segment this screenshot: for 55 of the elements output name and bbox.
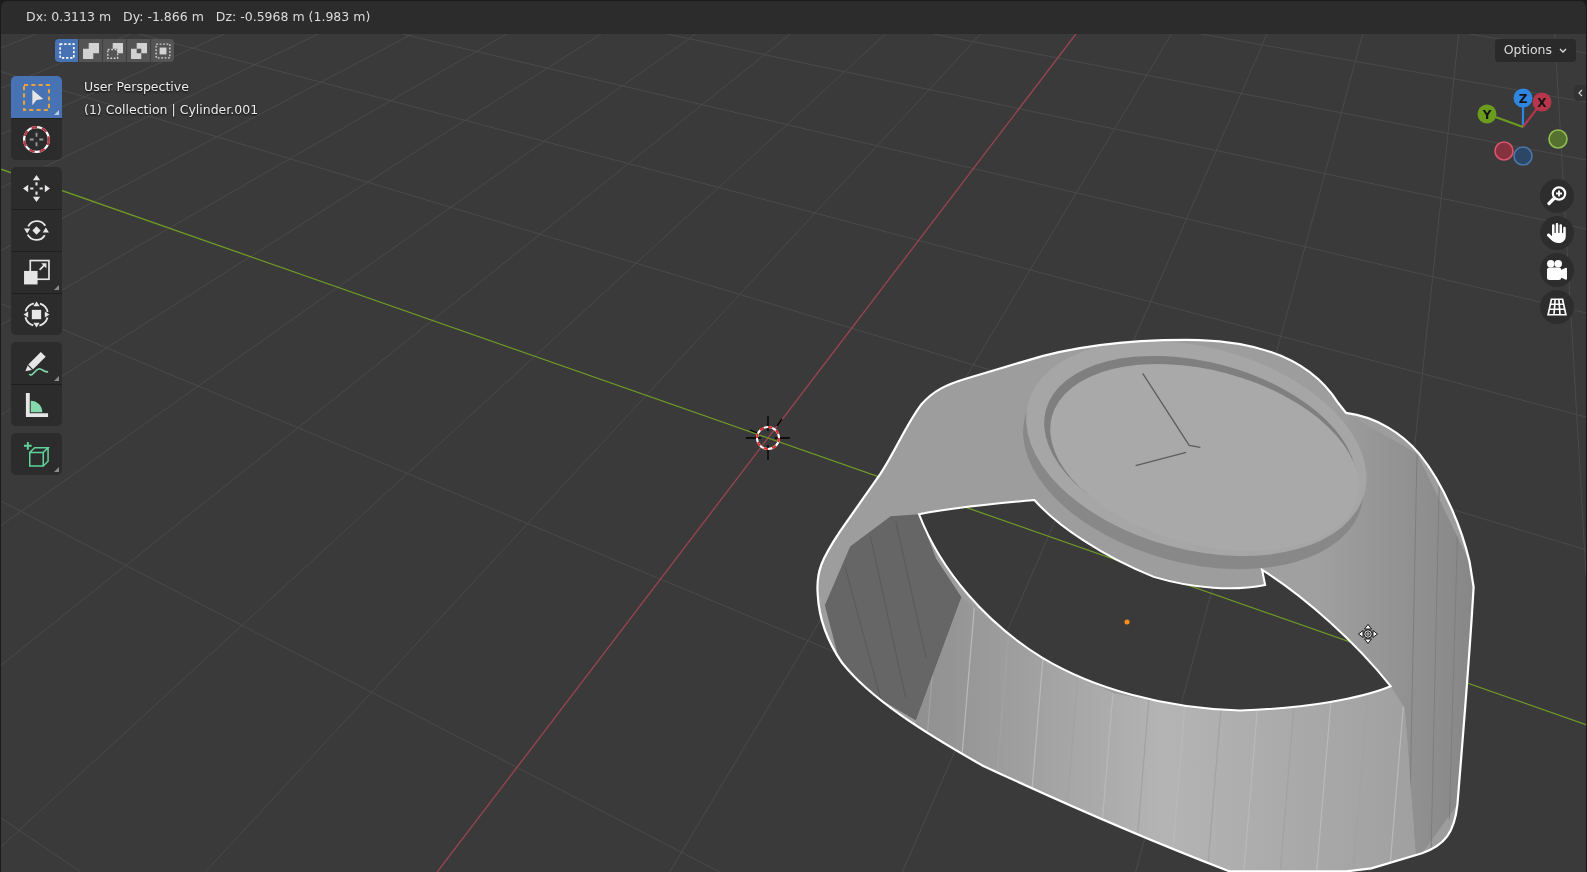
camera-view-button[interactable] bbox=[1540, 253, 1574, 287]
movie-camera-icon bbox=[1547, 260, 1567, 280]
annotate-tool[interactable] bbox=[11, 342, 62, 384]
selection-mode-button[interactable] bbox=[103, 39, 126, 62]
chevron-down-icon bbox=[1559, 48, 1567, 53]
projection-toggle-button[interactable] bbox=[1540, 290, 1574, 324]
axis-ball[interactable]: Y bbox=[1477, 104, 1497, 124]
cursor-tool[interactable] bbox=[11, 118, 62, 160]
selection-mode-button[interactable] bbox=[79, 39, 102, 62]
perspective-grid-icon bbox=[1547, 298, 1567, 316]
subtract-squares-icon bbox=[106, 42, 123, 59]
add-cube-tool[interactable] bbox=[11, 433, 62, 475]
sidebar-toggle-button[interactable] bbox=[1574, 85, 1586, 101]
measure-tool[interactable] bbox=[11, 384, 62, 426]
transform-tool[interactable] bbox=[11, 293, 62, 335]
select-box-icon bbox=[23, 83, 50, 111]
object-context: (1) Collection | Cylinder.001 bbox=[84, 101, 259, 119]
hand-icon bbox=[1547, 223, 1567, 243]
rotate-tool[interactable] bbox=[11, 209, 62, 251]
negative-axis-ball[interactable] bbox=[1494, 141, 1514, 161]
origin-dot-icon bbox=[1124, 619, 1130, 625]
dashed-square-icon bbox=[58, 42, 75, 59]
cursor-crosshair-icon bbox=[745, 415, 791, 461]
scale-tool[interactable] bbox=[11, 251, 62, 293]
selection-mode-button[interactable] bbox=[151, 39, 174, 62]
zoom-in-icon bbox=[1547, 186, 1567, 206]
measurement-readout: Dy: -1.866 m bbox=[123, 8, 204, 27]
selection-mode-button[interactable] bbox=[55, 39, 78, 62]
pan-button[interactable] bbox=[1540, 216, 1574, 250]
options-dropdown[interactable]: Options bbox=[1494, 39, 1576, 62]
axis-ball[interactable]: Z bbox=[1513, 88, 1533, 108]
axis-ball[interactable]: X bbox=[1532, 92, 1552, 112]
move-cursor-icon bbox=[1358, 624, 1378, 644]
3d-viewport[interactable]: User Perspective (1) Collection | Cylinder.001 Options Z X Y bbox=[1, 34, 1586, 872]
pencil-squiggle-icon bbox=[23, 349, 50, 377]
view-name: User Perspective bbox=[84, 78, 190, 96]
crosshair-circle-icon bbox=[23, 126, 50, 153]
negative-axis-ball[interactable] bbox=[1548, 129, 1568, 149]
selection-mode-button[interactable] bbox=[127, 39, 150, 62]
transform-icon bbox=[23, 301, 50, 328]
select-box-tool[interactable] bbox=[11, 76, 62, 118]
intersect-squares-icon bbox=[154, 42, 171, 59]
cube-plus-icon bbox=[23, 440, 50, 468]
move-arrows-icon bbox=[23, 174, 50, 202]
negative-axis-ball[interactable] bbox=[1513, 146, 1533, 166]
ruler-protractor-icon bbox=[23, 392, 50, 419]
chevron-left-icon bbox=[1577, 89, 1583, 97]
invert-squares-icon bbox=[130, 42, 147, 59]
scale-squares-icon bbox=[23, 259, 50, 286]
measurement-readout: Dx: 0.3113 m bbox=[26, 8, 112, 27]
overlapping-squares-icon bbox=[82, 42, 99, 59]
measurement-readout: Dz: -0.5968 m (1.983 m) bbox=[215, 8, 371, 27]
move-tool[interactable] bbox=[11, 167, 62, 209]
rotate-arrows-icon bbox=[23, 217, 50, 244]
zoom-button[interactable] bbox=[1540, 179, 1574, 213]
